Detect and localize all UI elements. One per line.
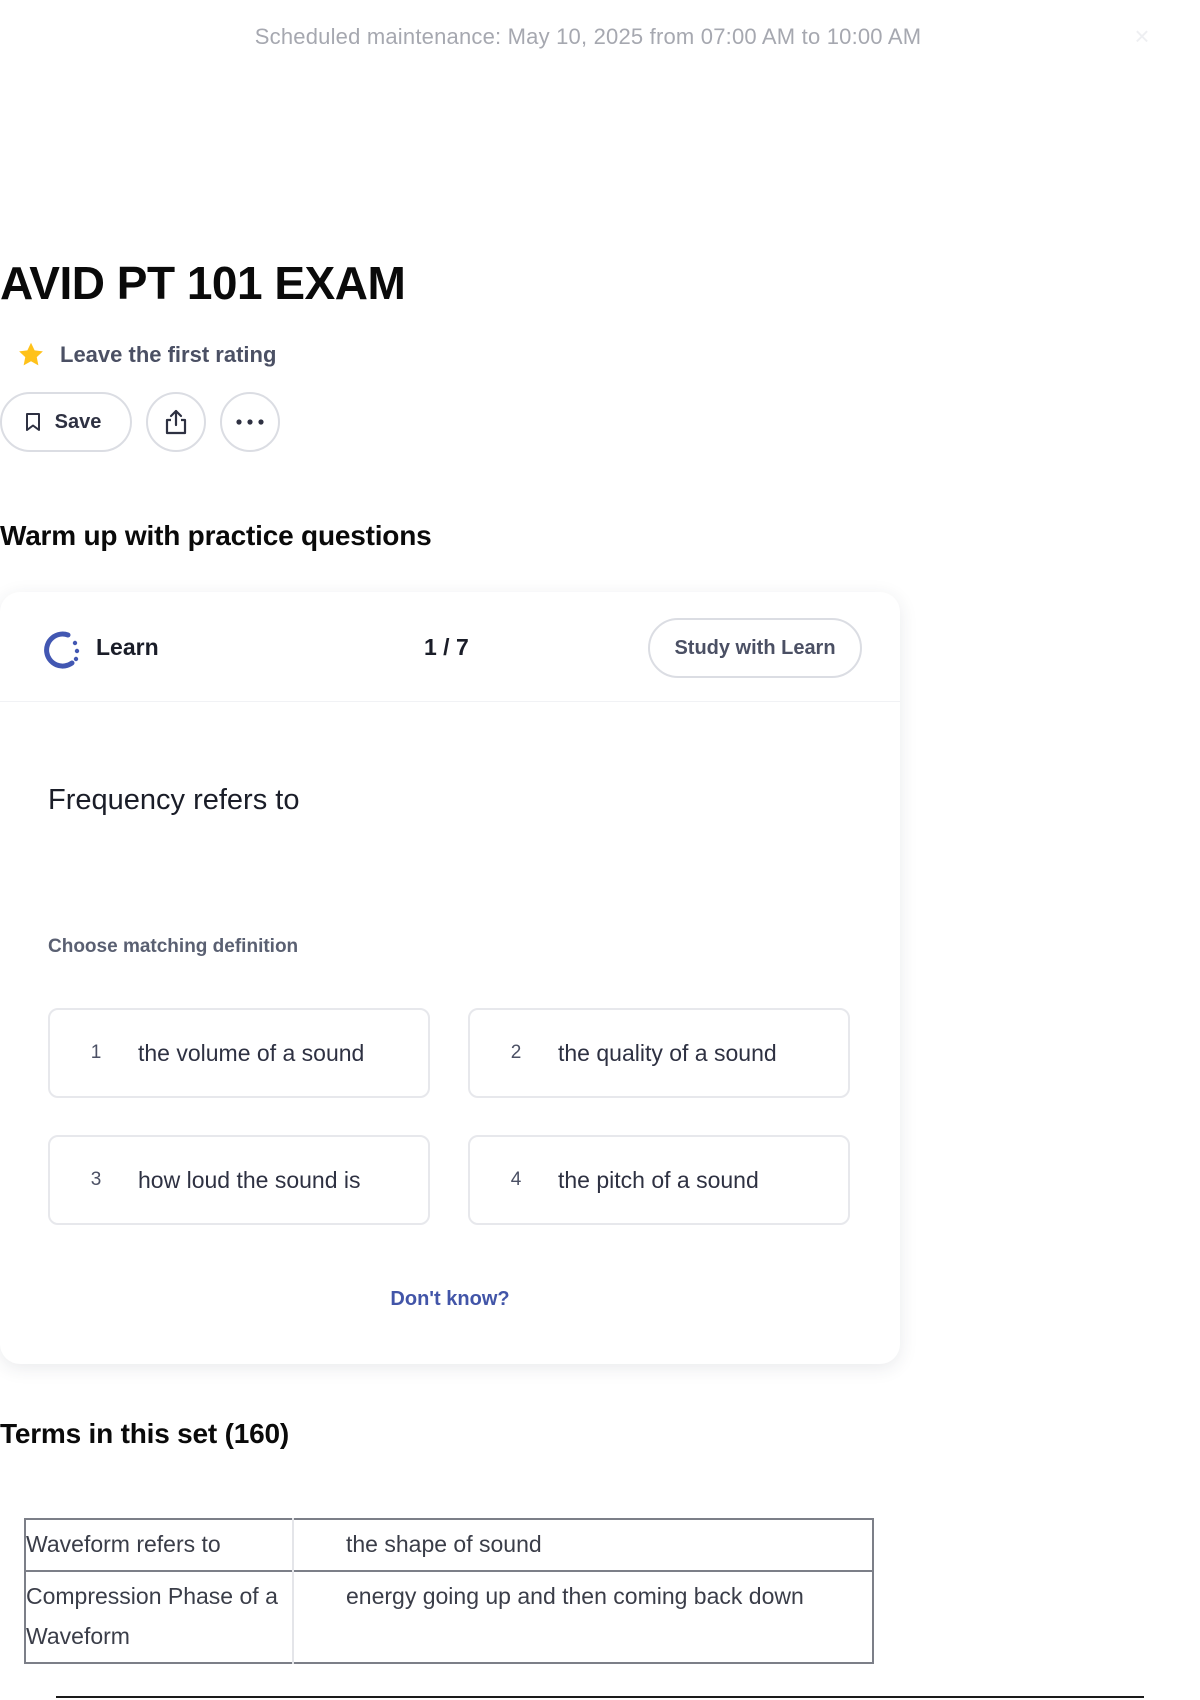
- option-number: 2: [510, 1042, 522, 1063]
- table-row: Waveform refers to the shape of sound: [25, 1519, 873, 1571]
- answer-option-3[interactable]: 3 how loud the sound is: [48, 1135, 430, 1225]
- term-cell: Compression Phase of a Waveform: [25, 1571, 294, 1663]
- learn-card: Learn 1 / 7 Study with Learn: [0, 592, 900, 1364]
- learn-card-header: Learn 1 / 7 Study with Learn: [0, 592, 900, 702]
- option-text: the quality of a sound: [558, 1039, 777, 1066]
- page-title: AVID PT 101 EXAM: [0, 257, 406, 309]
- share-button[interactable]: [146, 392, 206, 452]
- share-icon: [165, 409, 187, 435]
- option-text: the pitch of a sound: [558, 1166, 759, 1193]
- learn-mode-label: Learn: [96, 634, 159, 660]
- bookmark-icon: [25, 413, 40, 431]
- study-with-learn-button[interactable]: Study with Learn: [648, 618, 862, 678]
- definition-cell: energy going up and then coming back dow…: [346, 1583, 804, 1609]
- set-actions: Save: [0, 392, 280, 452]
- more-button[interactable]: [220, 392, 280, 452]
- learn-icon: [44, 631, 80, 669]
- answer-option-4[interactable]: 4 the pitch of a sound: [468, 1135, 850, 1225]
- question-progress: 1 / 7: [424, 634, 469, 660]
- option-text: how loud the sound is: [138, 1166, 361, 1193]
- rating-link[interactable]: Leave the first rating: [16, 340, 276, 370]
- definition-cell: the shape of sound: [346, 1531, 542, 1557]
- option-text: the volume of a sound: [138, 1039, 365, 1066]
- terms-table: Waveform refers to the shape of sound Co…: [24, 1518, 874, 1664]
- answer-option-1[interactable]: 1 the volume of a sound: [48, 1008, 430, 1098]
- more-icon: [236, 419, 264, 425]
- option-number: 3: [90, 1169, 102, 1190]
- close-icon[interactable]: ×: [1128, 22, 1156, 50]
- terms-heading: Terms in this set (160): [0, 1418, 289, 1449]
- maintenance-banner: Scheduled maintenance: May 10, 2025 from…: [0, 0, 1200, 74]
- answer-option-2[interactable]: 2 the quality of a sound: [468, 1008, 850, 1098]
- save-button[interactable]: Save: [0, 392, 132, 452]
- rating-text: Leave the first rating: [60, 342, 277, 367]
- answer-prompt: Choose matching definition: [48, 936, 299, 957]
- page: Scheduled maintenance: May 10, 2025 from…: [0, 0, 1200, 1700]
- table-row: Compression Phase of a Waveform energy g…: [25, 1571, 873, 1663]
- option-number: 1: [90, 1042, 102, 1063]
- banner-text: Scheduled maintenance: May 10, 2025 from…: [254, 24, 922, 49]
- star-icon: [19, 342, 43, 366]
- question-text: Frequency refers to: [48, 784, 300, 816]
- save-label: Save: [54, 410, 102, 433]
- dont-know-link[interactable]: Don't know?: [0, 1288, 900, 1311]
- divider: [56, 1696, 1144, 1698]
- term-cell: Waveform refers to: [25, 1519, 294, 1571]
- option-number: 4: [510, 1169, 522, 1190]
- practice-heading: Warm up with practice questions: [0, 520, 432, 551]
